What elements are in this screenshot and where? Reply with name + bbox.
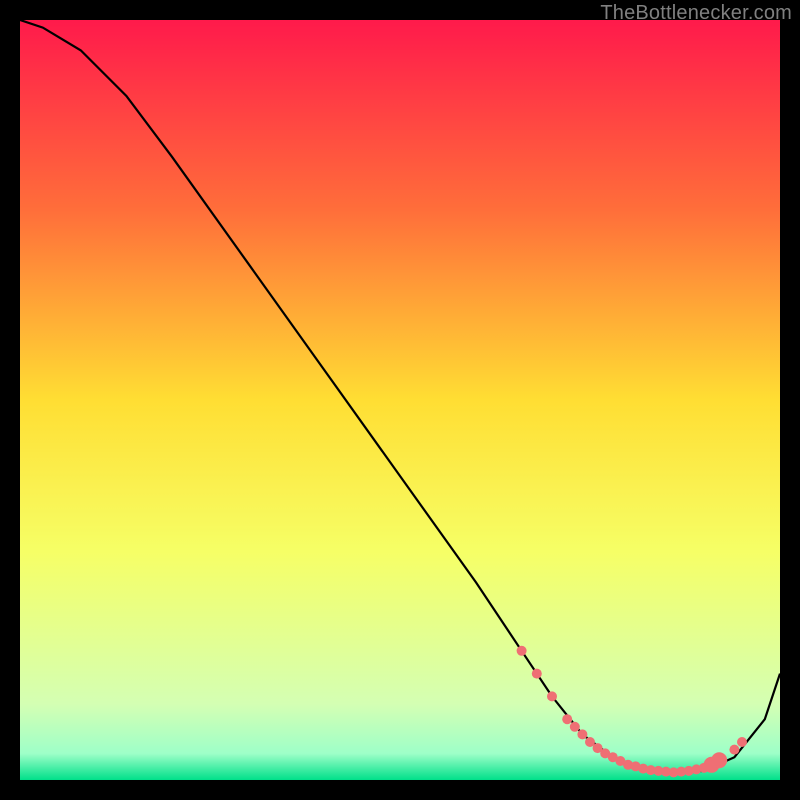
- plot-area: [20, 20, 780, 780]
- marker-dot: [517, 646, 527, 656]
- bottleneck-curve-chart: [20, 20, 780, 780]
- marker-dot: [729, 745, 739, 755]
- marker-dot: [547, 691, 557, 701]
- marker-dot: [570, 722, 580, 732]
- marker-dot: [737, 737, 747, 747]
- marker-dot: [562, 714, 572, 724]
- gradient-background: [20, 20, 780, 780]
- chart-frame: TheBottlenecker.com: [0, 0, 800, 800]
- marker-dot: [577, 729, 587, 739]
- marker-dot: [711, 752, 727, 768]
- marker-dot: [532, 669, 542, 679]
